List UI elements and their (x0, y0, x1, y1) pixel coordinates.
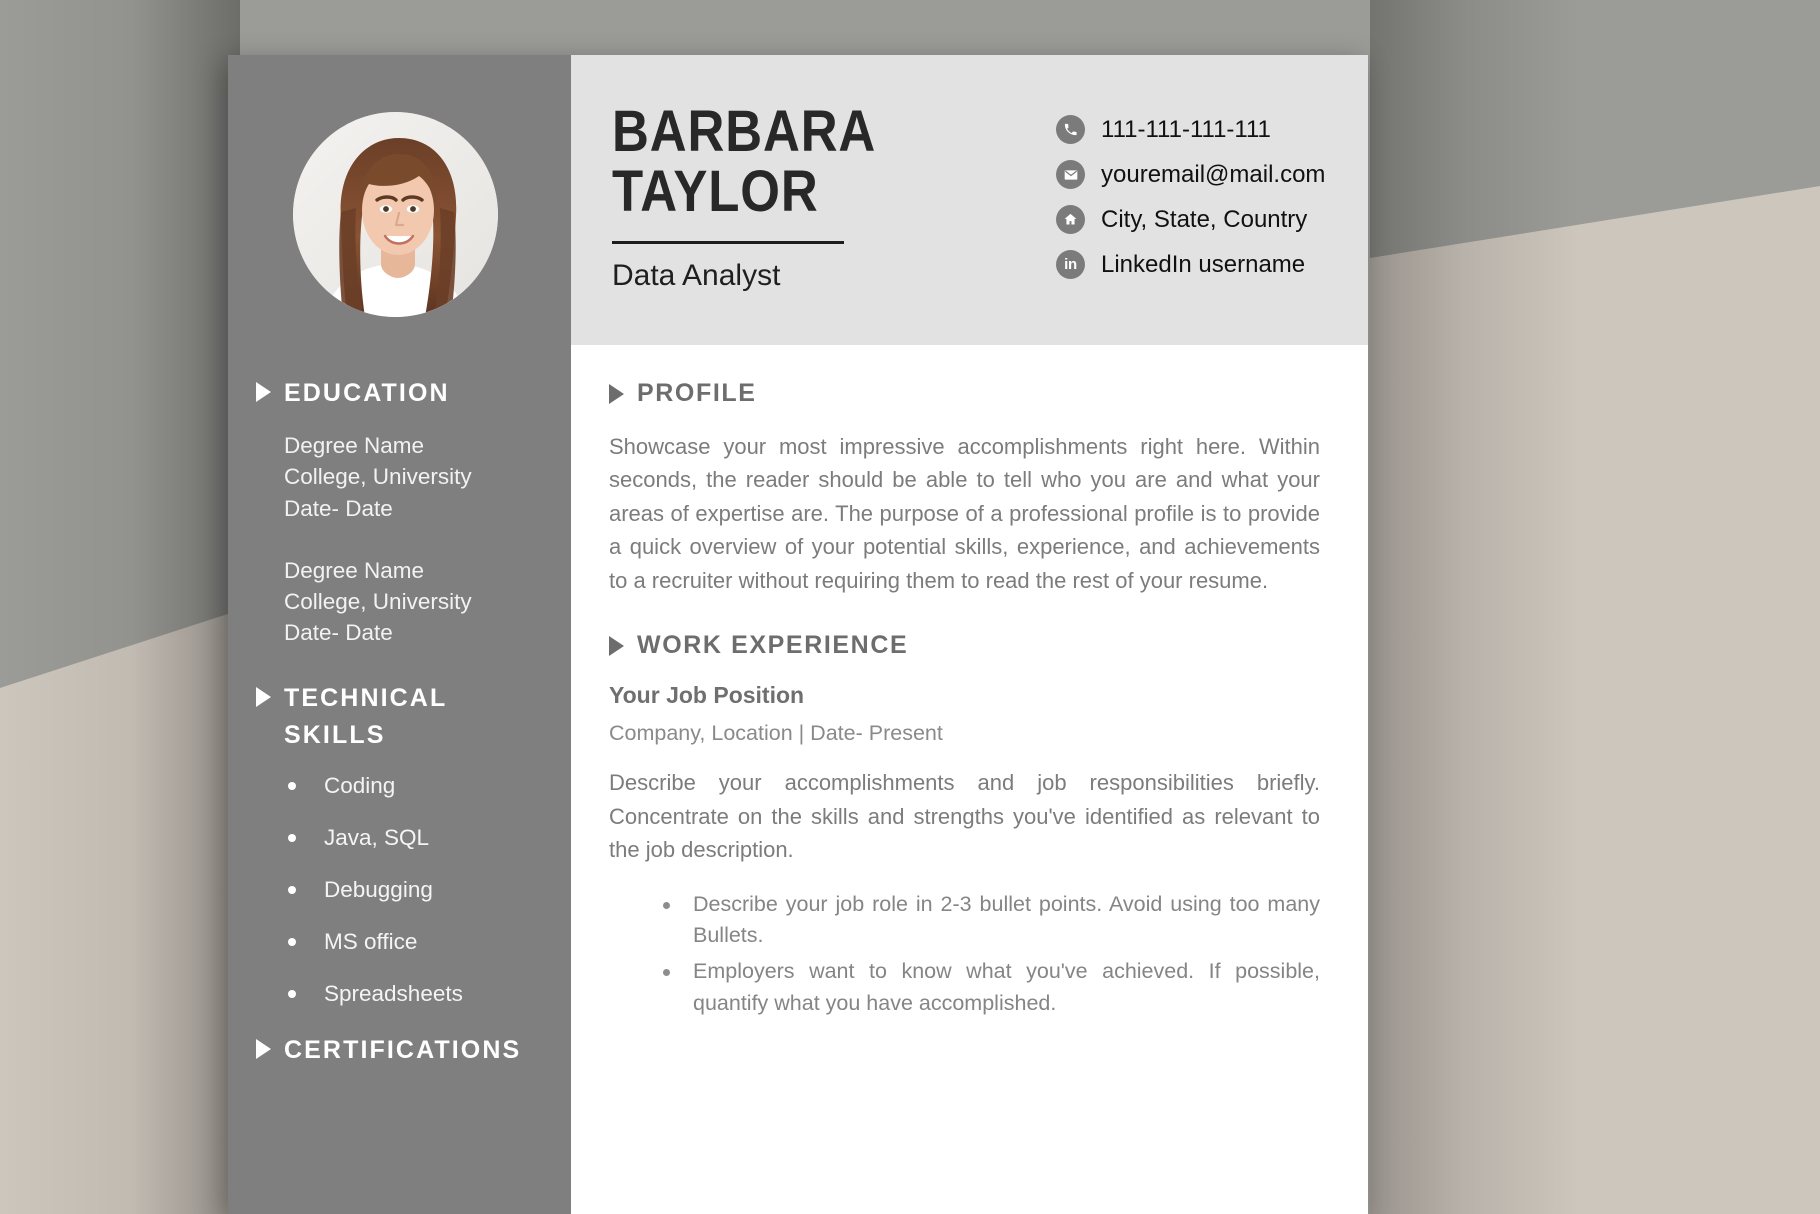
email-icon (1056, 160, 1085, 189)
education-school: College, University (284, 589, 472, 615)
education-dates: Date- Date (284, 620, 393, 646)
resume-document: EDUCATION Degree Name College, Universit… (228, 55, 1368, 1214)
page-title-first-name: BARBARA (612, 99, 877, 164)
profile-text: Showcase your most impressive accomplish… (609, 434, 1320, 593)
list-item: Employers want to know what you've achie… (661, 956, 1320, 1020)
list-item: MS office (288, 928, 571, 955)
list-item: Coding (288, 772, 571, 799)
sidebar-heading-education: EDUCATION (228, 375, 571, 412)
resume-main-column: BARBARA TAYLOR Data Analyst 111-111-111-… (571, 55, 1368, 1214)
job-company-meta: Company, Location | Date- Present (609, 721, 943, 746)
triangle-bullet-icon (609, 635, 624, 656)
profile-photo-image (293, 112, 498, 317)
sidebar-heading-certifications-label: CERTIFICATIONS (284, 1035, 522, 1064)
contact-list: 111-111-111-111 youremail@mail.com City,… (1056, 115, 1325, 279)
sidebar-heading-education-label: EDUCATION (284, 379, 450, 407)
contact-row-email[interactable]: youremail@mail.com (1056, 160, 1325, 189)
sidebar-heading-technical-skills: TECHNICAL SKILLS (228, 680, 571, 754)
linkedin-icon: in (1056, 250, 1085, 279)
technical-skills-list: Coding Java, SQL Debugging MS office Spr… (228, 772, 571, 1007)
job-title: Data Analyst (612, 258, 781, 292)
section-heading-profile-label: PROFILE (637, 379, 757, 407)
section-heading-work-experience-label: WORK EXPERIENCE (637, 631, 909, 660)
job-description: Describe your accomplishments and job re… (609, 770, 1320, 863)
screenshot-canvas: EDUCATION Degree Name College, Universit… (0, 0, 1820, 1214)
contact-phone-text: 111-111-111-111 (1101, 115, 1271, 143)
section-heading-work-experience: WORK EXPERIENCE (609, 631, 1320, 660)
list-item: Describe your job role in 2-3 bullet poi… (661, 889, 1320, 953)
job-position-title: Your Job Position (609, 682, 805, 709)
sidebar-heading-certifications: CERTIFICATIONS (228, 1032, 571, 1069)
education-school: College, University (284, 464, 472, 490)
sidebar-sections: EDUCATION Degree Name College, Universit… (228, 375, 571, 1087)
name-divider (612, 240, 844, 244)
sidebar-heading-technical-skills-label: TECHNICAL SKILLS (284, 683, 447, 749)
triangle-bullet-icon (609, 383, 624, 404)
triangle-bullet-icon (256, 1038, 271, 1059)
phone-icon (1056, 115, 1085, 144)
contact-row-phone[interactable]: 111-111-111-111 (1056, 115, 1325, 144)
contact-linkedin-text: LinkedIn username (1101, 250, 1306, 278)
page-title-last-name: TAYLOR (612, 159, 819, 225)
education-degree: Degree Name (284, 557, 425, 583)
education-dates: Date- Date (284, 495, 393, 521)
home-icon (1056, 205, 1085, 234)
resume-sidebar: EDUCATION Degree Name College, Universit… (228, 55, 571, 1214)
profile-photo (293, 112, 498, 317)
name-block: BARBARA TAYLOR Data Analyst (612, 99, 1032, 294)
list-item: Java, SQL (288, 824, 571, 851)
triangle-bullet-icon (256, 686, 271, 707)
education-entry: Degree Name College, University Date- Da… (228, 430, 571, 524)
list-item: Debugging (288, 876, 571, 903)
education-degree: Degree Name (284, 433, 425, 458)
education-entry: Degree Name College, University Date- Da… (228, 555, 571, 649)
triangle-bullet-icon (256, 382, 271, 402)
work-experience-bullets: Describe your job role in 2-3 bullet poi… (609, 889, 1320, 1020)
contact-row-linkedin[interactable]: in LinkedIn username (1056, 250, 1325, 279)
resume-header-band: BARBARA TAYLOR Data Analyst 111-111-111-… (571, 55, 1368, 345)
resume-body: PROFILE Showcase your most impressive ac… (571, 345, 1368, 1020)
contact-email-text: youremail@mail.com (1101, 160, 1326, 188)
list-item: Spreadsheets (288, 980, 571, 1007)
contact-row-location[interactable]: City, State, Country (1056, 205, 1325, 234)
contact-location-text: City, State, Country (1101, 205, 1308, 233)
section-heading-profile: PROFILE (609, 379, 1320, 408)
